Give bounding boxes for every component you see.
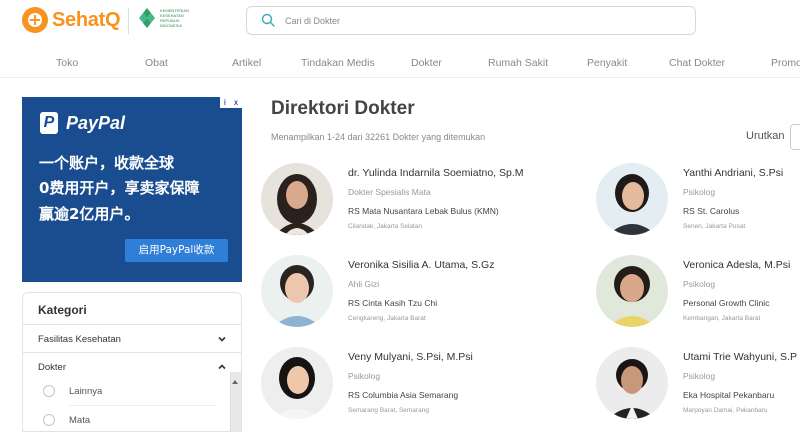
paypal-ad-banner[interactable]: i x P PayPal 一个账户，收款全球 0费用开户，享卖家保障 赢逾2亿用…	[22, 97, 242, 282]
doctor-location: Marpoyan Damai, Pekanbaru	[683, 407, 768, 414]
ad-info-icon[interactable]: i	[224, 98, 226, 107]
kemenkes-icon	[139, 8, 155, 28]
paypal-wordmark: PayPal	[66, 112, 126, 133]
doctor-name[interactable]: Yanthi Andriani, S.Psi	[683, 167, 783, 179]
ad-cta-button[interactable]: 启用PayPal收款	[125, 239, 228, 262]
doctor-hospital[interactable]: RS Mata Nusantara Lebak Bulus (KMN)	[348, 206, 499, 216]
page-title: Direktori Dokter	[271, 98, 415, 119]
nav-item-toko[interactable]: Toko	[56, 57, 78, 69]
nav-item-tindakan-medis[interactable]: Tindakan Medis	[301, 57, 375, 69]
search-bar[interactable]	[246, 6, 696, 35]
ad-headline-1: 一个账户，收款全球	[39, 154, 175, 172]
doctor-card[interactable]: Yanthi Andriani, S.Psi Psikolog RS St. C…	[596, 163, 800, 243]
doctor-name[interactable]: Utami Trie Wahyuni, S.P	[683, 351, 797, 363]
doctor-hospital[interactable]: RS Columbia Asia Semarang	[348, 390, 458, 400]
nav-item-rumah-sakit[interactable]: Rumah Sakit	[488, 57, 548, 69]
chevron-down-icon[interactable]	[217, 334, 227, 344]
category-panel: Kategori Fasilitas Kesehatan Dokter Lain…	[22, 292, 242, 432]
results-count: Menampilkan 1-24 dari 32261 Dokter yang …	[271, 132, 486, 142]
doctor-location: Semarang Barat, Semarang	[348, 407, 429, 414]
kemenkes-logo: KEMENTERIAN KESEHATAN REPUBLIK INDONESIA	[138, 7, 200, 29]
doctor-specialty: Psikolog	[683, 187, 716, 197]
doctor-location: Senen, Jakarta Pusat	[683, 223, 746, 230]
kemenkes-text: KEMENTERIAN KESEHATAN REPUBLIK INDONESIA	[160, 8, 189, 28]
doctor-hospital[interactable]: RS St. Carolus	[683, 206, 739, 216]
chevron-up-icon[interactable]	[217, 362, 227, 372]
nav-item-obat[interactable]: Obat	[145, 57, 168, 69]
category-row-dokter[interactable]: Dokter	[23, 352, 241, 380]
nav-item-chat-dokter[interactable]: Chat Dokter	[669, 57, 725, 69]
category-row-label: Dokter	[38, 362, 66, 373]
doctor-card[interactable]: Veny Mulyani, S.Psi, M.Psi Psikolog RS C…	[261, 347, 591, 427]
paypal-logo: P PayPal	[40, 112, 125, 134]
brand-name: SehatQ	[52, 8, 121, 31]
subcategory-mata[interactable]: Mata	[23, 406, 233, 435]
doctor-card[interactable]: Utami Trie Wahyuni, S.P Psikolog Eka Hos…	[596, 347, 800, 427]
doctor-avatar[interactable]	[261, 255, 333, 327]
category-row-fasilitas[interactable]: Fasilitas Kesehatan	[23, 324, 241, 352]
main-nav: Toko Obat Artikel Tindakan Medis Dokter …	[0, 48, 800, 78]
subcategory-label: Mata	[69, 415, 91, 426]
doctor-hospital[interactable]: Personal Growth Clinic	[683, 298, 769, 308]
doctor-name[interactable]: Veronica Adesla, M.Psi	[683, 259, 790, 271]
paypal-icon: P	[40, 112, 58, 134]
nav-item-dokter[interactable]: Dokter	[411, 57, 442, 69]
search-icon[interactable]	[261, 13, 275, 27]
category-globe-icon	[43, 385, 55, 397]
sort-dropdown[interactable]	[790, 124, 800, 150]
doctor-location: Kembangan, Jakarta Barat	[683, 315, 761, 322]
doctor-name[interactable]: dr. Yulinda Indarnila Soemiatno, Sp.M	[348, 167, 524, 179]
sehatq-logo[interactable]: SehatQ	[22, 7, 121, 33]
doctor-card[interactable]: dr. Yulinda Indarnila Soemiatno, Sp.M Do…	[261, 163, 591, 243]
subcategory-lainnya[interactable]: Lainnya	[23, 377, 233, 406]
doctor-avatar[interactable]	[596, 163, 668, 235]
scroll-up-icon[interactable]	[232, 380, 238, 384]
doctor-location: Cengkareng, Jakarta Barat	[348, 315, 426, 322]
nav-item-promo[interactable]: Promo	[771, 57, 800, 69]
doctor-avatar[interactable]	[596, 255, 668, 327]
ad-headline-3: 赢逾2亿用户。	[39, 205, 140, 223]
nav-item-penyakit[interactable]: Penyakit	[587, 57, 627, 69]
sehatq-logo-icon	[22, 7, 48, 33]
doctor-specialty: Psikolog	[683, 279, 716, 289]
ad-close-icon[interactable]: x	[234, 98, 238, 107]
doctor-card[interactable]: Veronika Sisilia A. Utama, S.Gz Ahli Giz…	[261, 255, 591, 335]
doctor-specialty: Dokter Spesialis Mata	[348, 187, 431, 197]
category-title: Kategori	[38, 303, 87, 317]
doctor-hospital[interactable]: RS Cinta Kasih Tzu Chi	[348, 298, 437, 308]
doctor-location: Cilandak, Jakarta Selatan	[348, 223, 423, 230]
doctor-specialty: Psikolog	[683, 371, 716, 381]
doctor-specialty: Psikolog	[348, 371, 381, 381]
ad-headline-2: 0费用开户，享卖家保障	[39, 179, 200, 197]
eye-icon	[43, 414, 55, 426]
nav-item-artikel[interactable]: Artikel	[232, 57, 261, 69]
search-input[interactable]	[285, 11, 675, 30]
doctor-avatar[interactable]	[261, 163, 333, 235]
doctor-specialty: Ahli Gizi	[348, 279, 380, 289]
category-row-label: Fasilitas Kesehatan	[38, 334, 121, 345]
logo-divider	[128, 8, 129, 34]
site-header: SehatQ KEMENTERIAN KESEHATAN REPUBLIK IN…	[0, 0, 800, 48]
doctor-name[interactable]: Veny Mulyani, S.Psi, M.Psi	[348, 351, 473, 363]
doctor-card[interactable]: Veronica Adesla, M.Psi Psikolog Personal…	[596, 255, 800, 335]
ad-controls[interactable]: i x	[220, 97, 242, 108]
doctor-name[interactable]: Veronika Sisilia A. Utama, S.Gz	[348, 259, 494, 271]
subcategory-label: Lainnya	[69, 386, 103, 397]
doctor-hospital[interactable]: Eka Hospital Pekanbaru	[683, 390, 774, 400]
doctor-avatar[interactable]	[596, 347, 668, 419]
sort-label: Urutkan	[746, 130, 785, 142]
doctor-avatar[interactable]	[261, 347, 333, 419]
